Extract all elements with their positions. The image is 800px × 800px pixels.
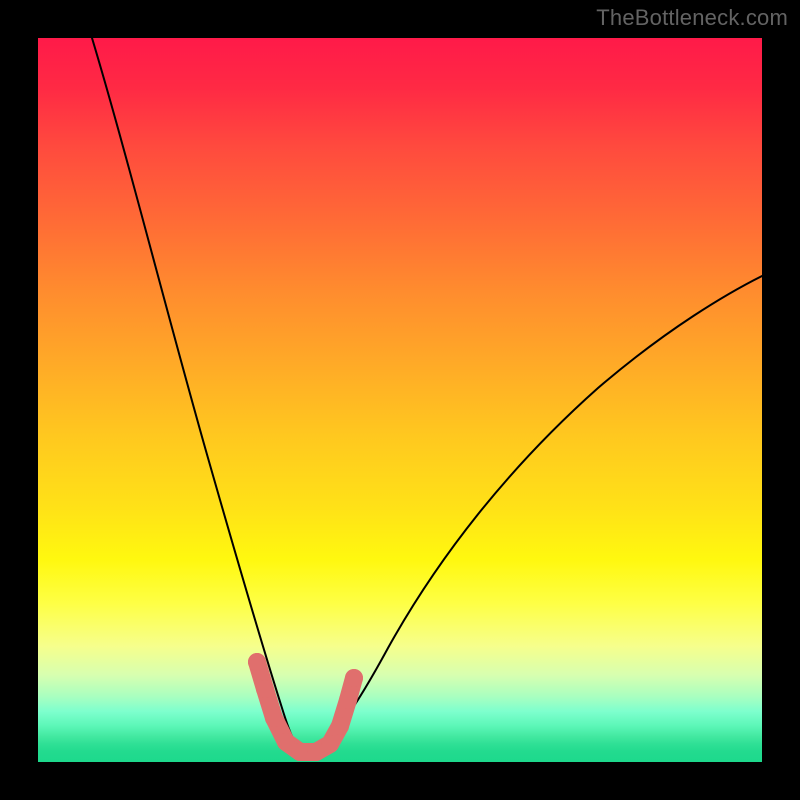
marker-dot — [331, 717, 349, 735]
marker-dot — [265, 709, 283, 727]
marker-dot — [256, 680, 274, 698]
chart-frame: TheBottleneck.com — [0, 0, 800, 800]
right-branch-curve — [304, 276, 762, 754]
plot-area — [38, 38, 762, 762]
watermark-text: TheBottleneck.com — [596, 5, 788, 31]
marker-dot — [291, 743, 309, 761]
marker-dot — [339, 691, 357, 709]
marker-dot — [248, 653, 266, 671]
curve-layer — [38, 38, 762, 762]
marker-dot — [321, 735, 339, 753]
marker-dot — [345, 669, 363, 687]
left-branch-curve — [92, 38, 304, 754]
